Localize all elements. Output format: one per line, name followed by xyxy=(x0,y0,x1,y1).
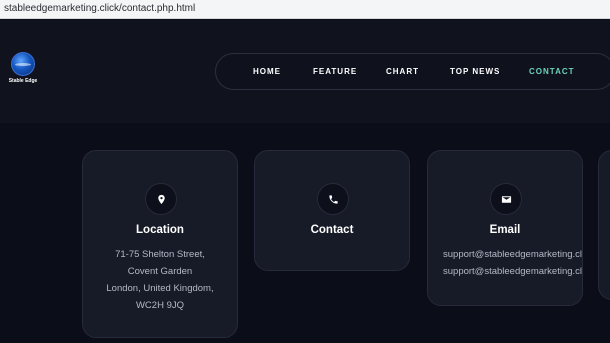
url-text: stableedgemarketing.click/contact.php.ht… xyxy=(4,3,196,14)
brand-name: Stable Edge xyxy=(8,78,38,84)
partial-card xyxy=(598,150,610,300)
main-nav: HOME FEATURE CHART TOP NEWS CONTACT xyxy=(215,53,610,90)
browser-address-bar[interactable]: stableedgemarketing.click/contact.php.ht… xyxy=(0,0,610,19)
email-address-2[interactable]: support@stableedgemarketing.click xyxy=(443,266,582,277)
nav-chart[interactable]: CHART xyxy=(386,67,419,76)
location-title: Location xyxy=(136,224,184,236)
nav-contact[interactable]: CONTACT xyxy=(529,67,575,76)
email-icon-circle xyxy=(490,183,522,215)
envelope-icon xyxy=(501,196,512,203)
email-card: Email support@stableedgemarketing.click … xyxy=(427,150,583,306)
email-address-1[interactable]: support@stableedgemarketing.click xyxy=(443,249,582,260)
location-icon-circle xyxy=(145,183,177,215)
phone-icon-circle xyxy=(317,183,349,215)
map-pin-icon xyxy=(158,194,165,205)
brand-logo[interactable]: Stable Edge xyxy=(6,52,40,92)
nav-top-news[interactable]: TOP NEWS xyxy=(450,67,500,76)
nav-feature[interactable]: FEATURE xyxy=(313,67,357,76)
location-card: Location 71-75 Shelton Street, Covent Ga… xyxy=(82,150,238,338)
globe-logo-icon xyxy=(11,52,35,76)
email-title: Email xyxy=(489,224,521,236)
contact-card: Contact xyxy=(254,150,410,271)
address-line-4: WC2H 9JQ xyxy=(135,300,185,311)
address-line-1: 71-75 Shelton Street, xyxy=(115,249,205,260)
phone-icon xyxy=(329,195,338,204)
contact-title: Contact xyxy=(310,224,354,236)
nav-home[interactable]: HOME xyxy=(253,67,281,76)
address-line-3: London, United Kingdom, xyxy=(106,283,214,294)
address-line-2: Covent Garden xyxy=(127,266,193,277)
